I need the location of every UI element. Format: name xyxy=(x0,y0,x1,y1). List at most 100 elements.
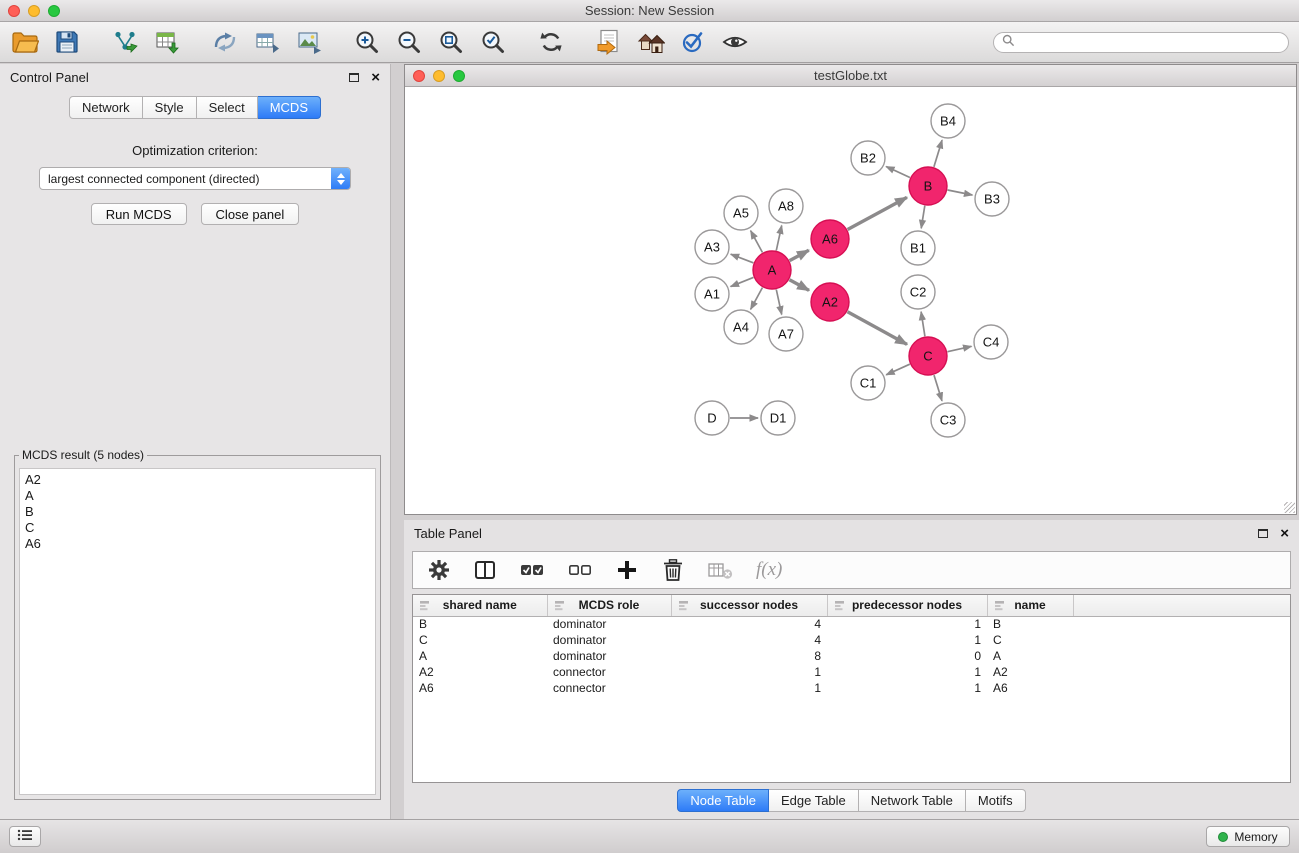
float-table-panel-icon[interactable] xyxy=(1258,529,1268,538)
node-C4[interactable]: C4 xyxy=(974,325,1008,359)
node-A1[interactable]: A1 xyxy=(695,277,729,311)
result-item[interactable]: B xyxy=(25,504,370,520)
edge-B-B2[interactable] xyxy=(886,167,910,178)
edge-A-A8[interactable] xyxy=(776,226,781,251)
save-session-icon[interactable] xyxy=(52,27,82,57)
table-cell[interactable]: 4 xyxy=(671,632,827,648)
node-B[interactable]: B xyxy=(909,167,947,205)
edge-A-A4[interactable] xyxy=(751,288,763,310)
close-window-button[interactable] xyxy=(8,5,20,17)
paint-icon[interactable] xyxy=(678,27,708,57)
node-D1[interactable]: D1 xyxy=(761,401,795,435)
tab-network-table[interactable]: Network Table xyxy=(859,789,966,812)
tab-style[interactable]: Style xyxy=(143,96,197,119)
table-cell[interactable]: C xyxy=(413,632,547,648)
edge-C-C3[interactable] xyxy=(934,375,942,401)
network-close-button[interactable] xyxy=(413,70,425,82)
zoom-in-icon[interactable] xyxy=(352,27,382,57)
result-item[interactable]: C xyxy=(25,520,370,536)
table-row[interactable]: A6connector11A6 xyxy=(413,680,1290,696)
table-cell[interactable]: 4 xyxy=(671,616,827,632)
close-table-panel-icon[interactable]: × xyxy=(1280,526,1289,541)
table-row[interactable]: Bdominator41B xyxy=(413,616,1290,632)
gear-icon[interactable] xyxy=(427,557,451,583)
tab-mcds[interactable]: MCDS xyxy=(258,96,321,119)
node-A3[interactable]: A3 xyxy=(695,230,729,264)
node-C[interactable]: C xyxy=(909,337,947,375)
zoom-selected-icon[interactable] xyxy=(478,27,508,57)
zoom-out-icon[interactable] xyxy=(394,27,424,57)
network-minimize-button[interactable] xyxy=(433,70,445,82)
table-cell[interactable]: connector xyxy=(547,664,671,680)
node-B4[interactable]: B4 xyxy=(931,104,965,138)
export-network-icon[interactable] xyxy=(210,27,240,57)
node-B2[interactable]: B2 xyxy=(851,141,885,175)
table-cell[interactable]: A xyxy=(987,648,1073,664)
open-url-icon[interactable] xyxy=(594,27,624,57)
table-cell[interactable]: A2 xyxy=(413,664,547,680)
float-panel-icon[interactable] xyxy=(349,73,359,82)
column-header[interactable]: name xyxy=(987,595,1073,616)
optimization-select[interactable]: largest connected component (directed) xyxy=(39,167,351,190)
minimize-window-button[interactable] xyxy=(28,5,40,17)
graphics-details-icon[interactable] xyxy=(636,27,666,57)
edge-B-B1[interactable] xyxy=(921,206,925,229)
table-cell[interactable]: 8 xyxy=(671,648,827,664)
columns-icon[interactable] xyxy=(473,557,497,583)
export-image-icon[interactable] xyxy=(294,27,324,57)
eye-icon[interactable] xyxy=(720,27,750,57)
close-panel-icon[interactable]: × xyxy=(371,70,380,85)
result-item[interactable]: A xyxy=(25,488,370,504)
tab-node-table[interactable]: Node Table xyxy=(677,789,769,812)
edge-A-A7[interactable] xyxy=(776,290,781,315)
node-D[interactable]: D xyxy=(695,401,729,435)
table-row[interactable]: Cdominator41C xyxy=(413,632,1290,648)
table-cell[interactable]: 1 xyxy=(827,632,987,648)
run-mcds-button[interactable]: Run MCDS xyxy=(91,203,187,225)
result-item[interactable]: A6 xyxy=(25,536,370,552)
memory-button[interactable]: Memory xyxy=(1206,826,1290,847)
node-C3[interactable]: C3 xyxy=(931,403,965,437)
zoom-fit-icon[interactable] xyxy=(436,27,466,57)
edge-B-B3[interactable] xyxy=(948,190,973,195)
node-A2[interactable]: A2 xyxy=(811,283,849,321)
tab-select[interactable]: Select xyxy=(197,96,258,119)
table-cell[interactable]: B xyxy=(987,616,1073,632)
network-canvas[interactable]: B4B2BB3A5A8A6A3B1AA1C2A2A4A7C4CC1DD1C3 xyxy=(405,87,1296,514)
zoom-window-button[interactable] xyxy=(48,5,60,17)
table-cell[interactable]: A xyxy=(413,648,547,664)
table-cell[interactable]: A6 xyxy=(413,680,547,696)
network-zoom-button[interactable] xyxy=(453,70,465,82)
tab-motifs[interactable]: Motifs xyxy=(966,789,1026,812)
node-A6[interactable]: A6 xyxy=(811,220,849,258)
import-network-icon[interactable] xyxy=(110,27,140,57)
mcds-result-list[interactable]: A2ABCA6 xyxy=(19,468,376,795)
delete-icon[interactable] xyxy=(661,557,685,583)
node-A8[interactable]: A8 xyxy=(769,189,803,223)
add-column-icon[interactable] xyxy=(615,557,639,583)
select-all-icon[interactable] xyxy=(519,557,545,583)
table-row[interactable]: Adominator80A xyxy=(413,648,1290,664)
edge-A-A2[interactable] xyxy=(790,280,810,291)
table-cell[interactable]: connector xyxy=(547,680,671,696)
edge-B-B4[interactable] xyxy=(934,140,942,167)
edge-A2-C[interactable] xyxy=(848,312,908,345)
close-panel-button[interactable]: Close panel xyxy=(201,203,300,225)
edge-A-A1[interactable] xyxy=(731,277,754,286)
edge-C-C1[interactable] xyxy=(886,364,910,375)
table-cell[interactable]: dominator xyxy=(547,632,671,648)
table-cell[interactable]: 1 xyxy=(827,680,987,696)
edge-C-C4[interactable] xyxy=(948,346,972,351)
edge-A-A6[interactable] xyxy=(790,250,809,260)
result-item[interactable]: A2 xyxy=(25,472,370,488)
node-C2[interactable]: C2 xyxy=(901,275,935,309)
table-cell[interactable]: A2 xyxy=(987,664,1073,680)
table-cell[interactable]: 0 xyxy=(827,648,987,664)
resize-grip[interactable] xyxy=(1284,502,1295,513)
table-cell[interactable]: 1 xyxy=(671,664,827,680)
network-window-titlebar[interactable]: testGlobe.txt xyxy=(405,65,1296,87)
search-input[interactable] xyxy=(1020,35,1280,49)
node-A4[interactable]: A4 xyxy=(724,310,758,344)
tab-edge-table[interactable]: Edge Table xyxy=(769,789,859,812)
node-B1[interactable]: B1 xyxy=(901,231,935,265)
